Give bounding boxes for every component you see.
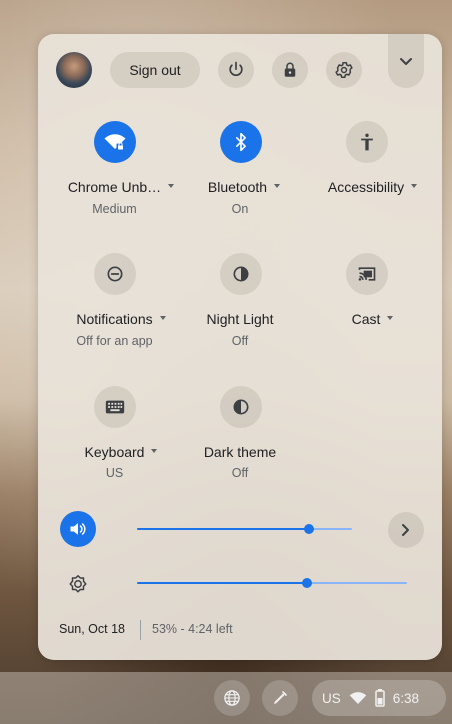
dark-theme-status: Off [231,466,249,480]
dark-theme-toggle[interactable] [220,386,262,428]
brightness-icon [69,575,87,593]
bluetooth-toggle[interactable] [220,121,262,163]
mute-toggle-button[interactable] [60,511,96,547]
wifi-icon [349,692,367,704]
night-light-icon [233,266,249,282]
globe-icon [224,690,240,706]
night-light-tile-label[interactable]: Night Light [180,311,300,327]
status-tray[interactable]: US 6:38 [312,680,446,716]
keyboard-label-text: Keyboard [84,444,145,460]
battery-label: 53% - 4:24 left [152,622,233,636]
stylus-tools-button[interactable] [262,680,298,716]
accessibility-label-text: Accessibility [327,179,405,195]
bluetooth-status: On [231,202,249,216]
keyboard-menu-caret-icon [151,449,158,454]
wifi-label-text: Chrome Unb… [67,179,162,195]
bluetooth-menu-caret-icon [274,184,281,189]
footer-divider [140,620,141,640]
volume-icon [70,523,86,535]
settings-button[interactable] [326,52,362,88]
user-avatar[interactable] [56,52,92,88]
lock-button[interactable] [272,52,308,88]
battery-icon [375,689,385,707]
notifications-label-text: Notifications [76,311,153,327]
wifi-locked-icon [104,134,126,151]
quick-settings-panel: Sign out Chrome Unb… Medium Bluetooth On… [38,34,442,660]
bluetooth-label-text: Bluetooth [207,179,268,195]
date-label[interactable]: Sun, Oct 18 [59,622,125,636]
clock: 6:38 [392,690,420,706]
keyboard-tile-label[interactable]: Keyboard [48,444,194,460]
chevron-down-icon [400,58,412,65]
dark-theme-icon [233,399,249,415]
shelf: US 6:38 [0,672,452,724]
notifications-toggle[interactable] [94,253,136,295]
volume-fill [137,528,309,530]
accessibility-icon [361,133,373,151]
notifications-icon [107,266,123,282]
globe-button[interactable] [214,680,250,716]
power-icon [229,61,243,77]
keyboard-icon [105,400,125,414]
night-light-toggle[interactable] [220,253,262,295]
accessibility-menu-caret-icon [411,184,418,189]
cast-toggle[interactable] [346,253,388,295]
night-light-status: Off [231,334,249,348]
collapse-button[interactable] [388,34,424,88]
volume-slider[interactable] [137,524,352,534]
notifications-menu-caret-icon [159,316,166,321]
wifi-tile-label[interactable]: Chrome Unb… [48,179,194,195]
bluetooth-icon [236,132,246,152]
stylus-icon [274,691,287,704]
brightness-fill [137,582,307,584]
wifi-status: Medium [92,202,137,216]
cast-label-text: Cast [351,311,381,327]
power-button[interactable] [218,52,254,88]
notifications-status: Off for an app [76,334,153,348]
notifications-tile-label[interactable]: Notifications [48,311,194,327]
ime-indicator: US [322,690,341,706]
lock-icon [284,62,296,77]
wifi-menu-caret-icon [168,184,175,189]
cast-icon [358,267,376,281]
dark-theme-tile-label[interactable]: Dark theme [180,444,300,460]
sign-out-button[interactable]: Sign out [110,52,200,88]
wifi-toggle[interactable] [94,121,136,163]
cast-tile-label[interactable]: Cast [310,311,435,327]
keyboard-status: US [105,466,124,480]
bluetooth-tile-label[interactable]: Bluetooth [180,179,308,195]
brightness-button [60,566,96,602]
gear-icon [335,62,353,78]
brightness-slider[interactable] [137,578,407,588]
volume-thumb[interactable] [304,524,314,534]
accessibility-tile-label[interactable]: Accessibility [310,179,435,195]
brightness-thumb[interactable] [302,578,312,588]
accessibility-toggle[interactable] [346,121,388,163]
cast-menu-caret-icon [387,316,394,321]
keyboard-toggle[interactable] [94,386,136,428]
chevron-right-icon [402,524,409,536]
audio-settings-button[interactable] [388,512,424,548]
